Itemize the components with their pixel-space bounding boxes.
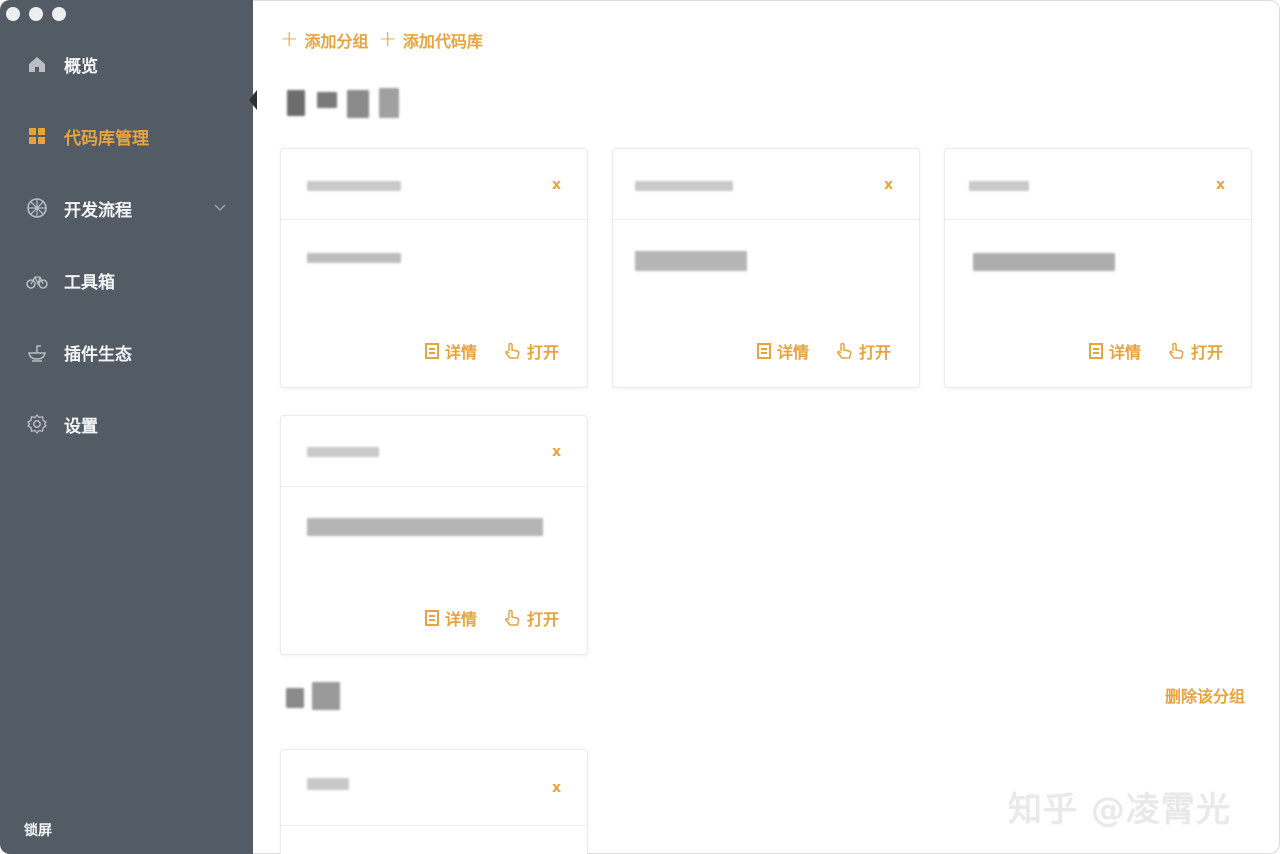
pointer-hand-icon xyxy=(1169,342,1184,359)
sidebar-item-label: 工具箱 xyxy=(64,272,115,293)
bicycle-icon xyxy=(26,269,48,291)
repo-card-header: x xyxy=(945,149,1251,220)
group-title xyxy=(287,86,417,120)
repo-card-header: x xyxy=(281,416,587,487)
watermark: 知乎 @凌霄光 xyxy=(1008,790,1231,830)
wheel-icon xyxy=(26,197,48,219)
document-icon xyxy=(425,343,439,359)
sidebar-item-repo-management[interactable]: 代码库管理 xyxy=(0,114,253,158)
plugin-bowl-icon xyxy=(26,341,48,363)
sidebar: 概览 代码库管理 开发流程 工具箱 插件生态 设置 锁屏 xyxy=(0,0,253,854)
sidebar-item-plugins[interactable]: 插件生态 xyxy=(0,330,253,374)
remove-repo-button[interactable]: x xyxy=(884,177,893,193)
repo-name-redacted xyxy=(307,181,401,191)
repo-card: x xyxy=(280,749,588,854)
chevron-down-icon[interactable] xyxy=(213,198,227,218)
repo-path-redacted xyxy=(307,253,401,263)
sidebar-collapse-handle[interactable] xyxy=(249,90,257,110)
repo-path-redacted xyxy=(307,518,543,536)
open-button[interactable]: 打开 xyxy=(503,606,559,630)
repo-name-redacted xyxy=(307,778,349,790)
app-window: 概览 代码库管理 开发流程 工具箱 插件生态 设置 锁屏 + 添加分组 + 添加… xyxy=(0,0,1280,854)
repo-card: x 详情 打开 xyxy=(280,148,588,388)
repo-name-redacted xyxy=(635,181,733,191)
maximize-window-button[interactable] xyxy=(52,7,66,21)
repo-card: x 详情 打开 xyxy=(944,148,1252,388)
document-icon xyxy=(1089,343,1103,359)
sidebar-item-label: 代码库管理 xyxy=(64,128,149,149)
document-icon xyxy=(757,343,771,359)
repo-card-header: x xyxy=(281,750,587,826)
sidebar-item-label: 开发流程 xyxy=(64,200,132,221)
sidebar-item-label: 设置 xyxy=(64,416,98,437)
sidebar-item-overview[interactable]: 概览 xyxy=(0,42,253,86)
repo-card: x 详情 打开 xyxy=(612,148,920,388)
detail-button[interactable]: 详情 xyxy=(757,339,809,363)
minimize-window-button[interactable] xyxy=(29,7,43,21)
repo-card-header: x xyxy=(281,149,587,220)
document-icon xyxy=(425,610,439,626)
repo-card-header: x xyxy=(613,149,919,220)
detail-button[interactable]: 详情 xyxy=(1089,339,1141,363)
home-icon xyxy=(26,53,48,75)
open-button[interactable]: 打开 xyxy=(835,339,891,363)
grid-icon xyxy=(26,125,48,147)
pointer-hand-icon xyxy=(505,609,520,626)
lock-screen-button[interactable]: 锁屏 xyxy=(24,820,52,840)
group-title xyxy=(286,682,356,716)
sidebar-item-dev-flow[interactable]: 开发流程 xyxy=(0,186,253,230)
sidebar-item-label: 插件生态 xyxy=(64,344,132,365)
repo-card: x 详情 打开 xyxy=(280,415,588,655)
open-button[interactable]: 打开 xyxy=(503,339,559,363)
open-button[interactable]: 打开 xyxy=(1167,339,1223,363)
repo-path-redacted xyxy=(973,253,1115,271)
close-window-button[interactable] xyxy=(6,7,20,21)
delete-group-button[interactable]: 删除该分组 xyxy=(1165,683,1245,707)
sidebar-item-toolbox[interactable]: 工具箱 xyxy=(0,258,253,302)
remove-repo-button[interactable]: x xyxy=(552,780,561,796)
repo-name-redacted xyxy=(307,447,379,457)
repo-path-redacted xyxy=(635,251,747,271)
detail-button[interactable]: 详情 xyxy=(425,606,477,630)
gear-icon xyxy=(26,413,48,435)
detail-button[interactable]: 详情 xyxy=(425,339,477,363)
window-controls xyxy=(6,7,66,21)
pointer-hand-icon xyxy=(505,342,520,359)
toolbar: + 添加分组 + 添加代码库 xyxy=(280,28,483,52)
add-repo-button[interactable]: + 添加代码库 xyxy=(378,28,482,52)
repo-name-redacted xyxy=(969,181,1029,191)
plus-icon: + xyxy=(378,27,397,52)
plus-icon: + xyxy=(280,27,299,52)
remove-repo-button[interactable]: x xyxy=(552,444,561,460)
remove-repo-button[interactable]: x xyxy=(552,177,561,193)
pointer-hand-icon xyxy=(837,342,852,359)
sidebar-item-settings[interactable]: 设置 xyxy=(0,402,253,446)
sidebar-item-label: 概览 xyxy=(64,56,98,77)
remove-repo-button[interactable]: x xyxy=(1216,177,1225,193)
add-group-button[interactable]: + 添加分组 xyxy=(280,28,368,52)
